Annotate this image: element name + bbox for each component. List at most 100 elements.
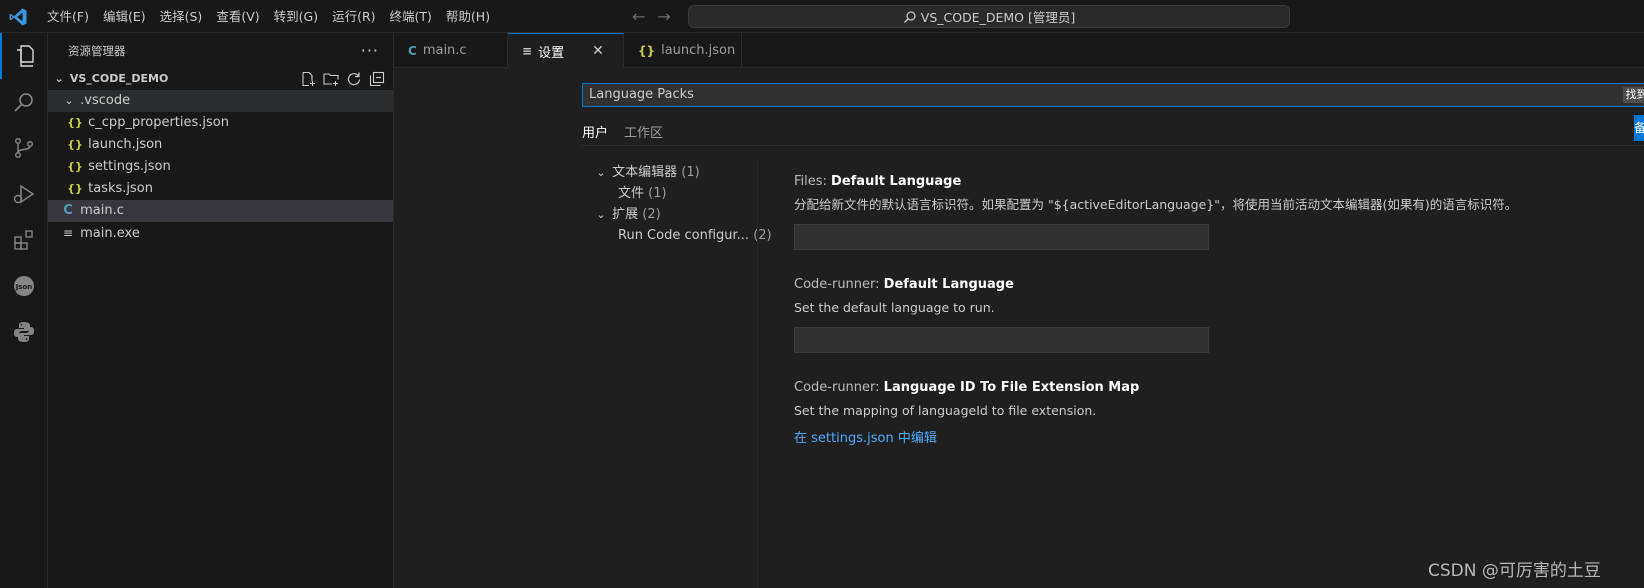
refresh-icon[interactable] <box>346 71 362 87</box>
explorer-header: 资源管理器 ··· <box>48 33 393 68</box>
backup-sync-button[interactable]: 备 <box>1634 115 1644 141</box>
toc-label: 文本编辑器 <box>612 165 678 180</box>
file-main-c[interactable]: C main.c <box>48 200 393 222</box>
tab-main-c[interactable]: C main.c <box>394 33 508 68</box>
toc-item-text-editor[interactable]: ⌄ 文本编辑器 (1) <box>594 162 754 183</box>
file-label: tasks.json <box>88 181 153 196</box>
command-center[interactable]: VS_CODE_DEMO [管理员] <box>688 5 1290 28</box>
back-arrow-icon[interactable]: ← <box>632 7 645 26</box>
section-toolbar <box>300 71 385 87</box>
chevron-down-icon: ⌄ <box>596 208 606 221</box>
toc-item-extensions[interactable]: ⌄ 扩展 (2) <box>594 204 754 225</box>
code-runner-default-language-input[interactable] <box>794 327 1209 353</box>
tab-label: main.c <box>422 43 467 58</box>
file-c-cpp-properties-json[interactable]: {} c_cpp_properties.json <box>48 112 393 134</box>
menu-run[interactable]: 运行(R) <box>325 0 382 33</box>
command-center-label: VS_CODE_DEMO [管理员] <box>920 10 1076 25</box>
c-file-icon: C <box>63 203 73 218</box>
c-file-icon: C <box>408 43 417 58</box>
menu-view[interactable]: 查看(V) <box>209 0 266 33</box>
collapse-all-icon[interactable] <box>369 71 385 87</box>
backup-sync-label: 备 <box>1634 121 1644 135</box>
svg-text:Json: Json <box>15 283 33 291</box>
file-label: launch.json <box>88 137 163 152</box>
divider <box>757 160 758 588</box>
new-file-icon[interactable] <box>300 71 316 87</box>
menu-go[interactable]: 转到(G) <box>267 0 325 33</box>
toc-label: Run Code configur... <box>618 228 750 243</box>
settings-scope-tabs: 用户 工作区 <box>582 122 663 146</box>
file-label: settings.json <box>88 159 171 174</box>
toc-count: (1) <box>648 186 667 201</box>
setting-title: Files: Default Language <box>794 172 1644 192</box>
divider <box>582 145 1644 146</box>
workspace-section[interactable]: ⌄ VS_CODE_DEMO <box>48 68 393 90</box>
settings-toc: ⌄ 文本编辑器 (1) 文件 (1) ⌄ 扩展 (2) Run Code con… <box>594 162 772 246</box>
tab-label: launch.json <box>661 43 736 58</box>
chevron-down-icon: ⌄ <box>64 94 74 107</box>
files-default-language-input[interactable] <box>794 224 1209 250</box>
toc-label: 扩展 <box>612 207 639 222</box>
setting-description: Set the mapping of languageId to file ex… <box>794 403 1097 418</box>
folder-vscode[interactable]: ⌄ .vscode <box>48 90 393 112</box>
setting-title: Code-runner: Default Language <box>794 275 1644 295</box>
toc-count: (2) <box>642 207 661 222</box>
settings-file-icon: ≡ <box>522 44 533 58</box>
settings-editor: Language Packs 找到 3 用户 工作区 备 ⌄ 文本编辑器 (1)… <box>394 68 1644 588</box>
tab-settings[interactable]: ≡ 设置 ✕ <box>508 33 624 68</box>
menu-edit[interactable]: 编辑(E) <box>96 0 153 33</box>
menu-selection[interactable]: 选择(S) <box>153 0 210 33</box>
source-control-icon[interactable] <box>0 125 48 171</box>
tab-user[interactable]: 用户 <box>582 122 609 146</box>
vscode-logo-icon <box>9 8 27 26</box>
settings-search-input[interactable]: Language Packs 找到 3 <box>582 83 1644 107</box>
python-icon[interactable] <box>0 309 48 355</box>
editor-tabs: C main.c ≡ 设置 ✕ {} launch.json <box>394 33 1644 68</box>
run-debug-icon[interactable] <box>0 171 48 217</box>
toc-count: (1) <box>681 165 700 180</box>
json-file-icon: {} <box>67 160 83 173</box>
file-label: main.exe <box>80 226 140 241</box>
settings-list: Files: Default Language 分配给新文件的默认语言标识符。如… <box>794 172 1644 450</box>
file-main-exe[interactable]: ≡ main.exe <box>48 222 393 244</box>
setting-language-id-map: Code-runner: Language ID To File Extensi… <box>794 378 1644 450</box>
setting-title: Code-runner: Language ID To File Extensi… <box>794 378 1644 398</box>
setting-name: Default Language <box>883 277 1014 292</box>
file-tasks-json[interactable]: {} tasks.json <box>48 178 393 200</box>
explorer-icon[interactable] <box>0 33 48 79</box>
toc-item-run-code[interactable]: Run Code configur... (2) <box>594 225 772 246</box>
search-icon <box>903 10 916 23</box>
binary-file-icon: ≡ <box>62 226 74 240</box>
json-file-icon: {} <box>67 116 83 129</box>
search-icon[interactable] <box>0 79 48 125</box>
extensions-icon[interactable] <box>0 217 48 263</box>
menu-file[interactable]: 文件(F) <box>40 0 96 33</box>
new-folder-icon[interactable] <box>323 71 339 87</box>
chevron-down-icon: ⌄ <box>54 72 64 85</box>
menu-terminal[interactable]: 终端(T) <box>383 0 439 33</box>
toc-label: 文件 <box>618 186 645 201</box>
menu-bar: 文件(F) 编辑(E) 选择(S) 查看(V) 转到(G) 运行(R) 终端(T… <box>40 0 497 33</box>
toc-item-files[interactable]: 文件 (1) <box>594 183 754 204</box>
tab-label: 设置 <box>538 45 565 61</box>
setting-category: Code-runner: <box>794 380 884 395</box>
close-icon[interactable]: ✕ <box>592 43 604 59</box>
chevron-down-icon: ⌄ <box>596 166 606 179</box>
activity-bar: Json <box>0 33 48 588</box>
json-file-icon: {} <box>67 138 83 151</box>
setting-name: Language ID To File Extension Map <box>883 380 1140 395</box>
workspace-name: VS_CODE_DEMO <box>69 72 169 85</box>
tab-workspace[interactable]: 工作区 <box>624 122 663 146</box>
toc-count: (2) <box>753 228 772 243</box>
file-launch-json[interactable]: {} launch.json <box>48 134 393 156</box>
edit-in-settings-json-link[interactable]: 在 settings.json 中编辑 <box>794 428 1644 450</box>
setting-category: Files: <box>794 174 832 189</box>
forward-arrow-icon[interactable]: → <box>657 7 670 26</box>
tab-launch-json[interactable]: {} launch.json <box>624 33 742 68</box>
more-actions-icon[interactable]: ··· <box>361 41 379 60</box>
json-icon[interactable]: Json <box>0 263 48 309</box>
file-settings-json[interactable]: {} settings.json <box>48 156 393 178</box>
search-value: Language Packs <box>589 87 694 102</box>
menu-help[interactable]: 帮助(H) <box>439 0 497 33</box>
json-file-icon: {} <box>67 182 83 195</box>
